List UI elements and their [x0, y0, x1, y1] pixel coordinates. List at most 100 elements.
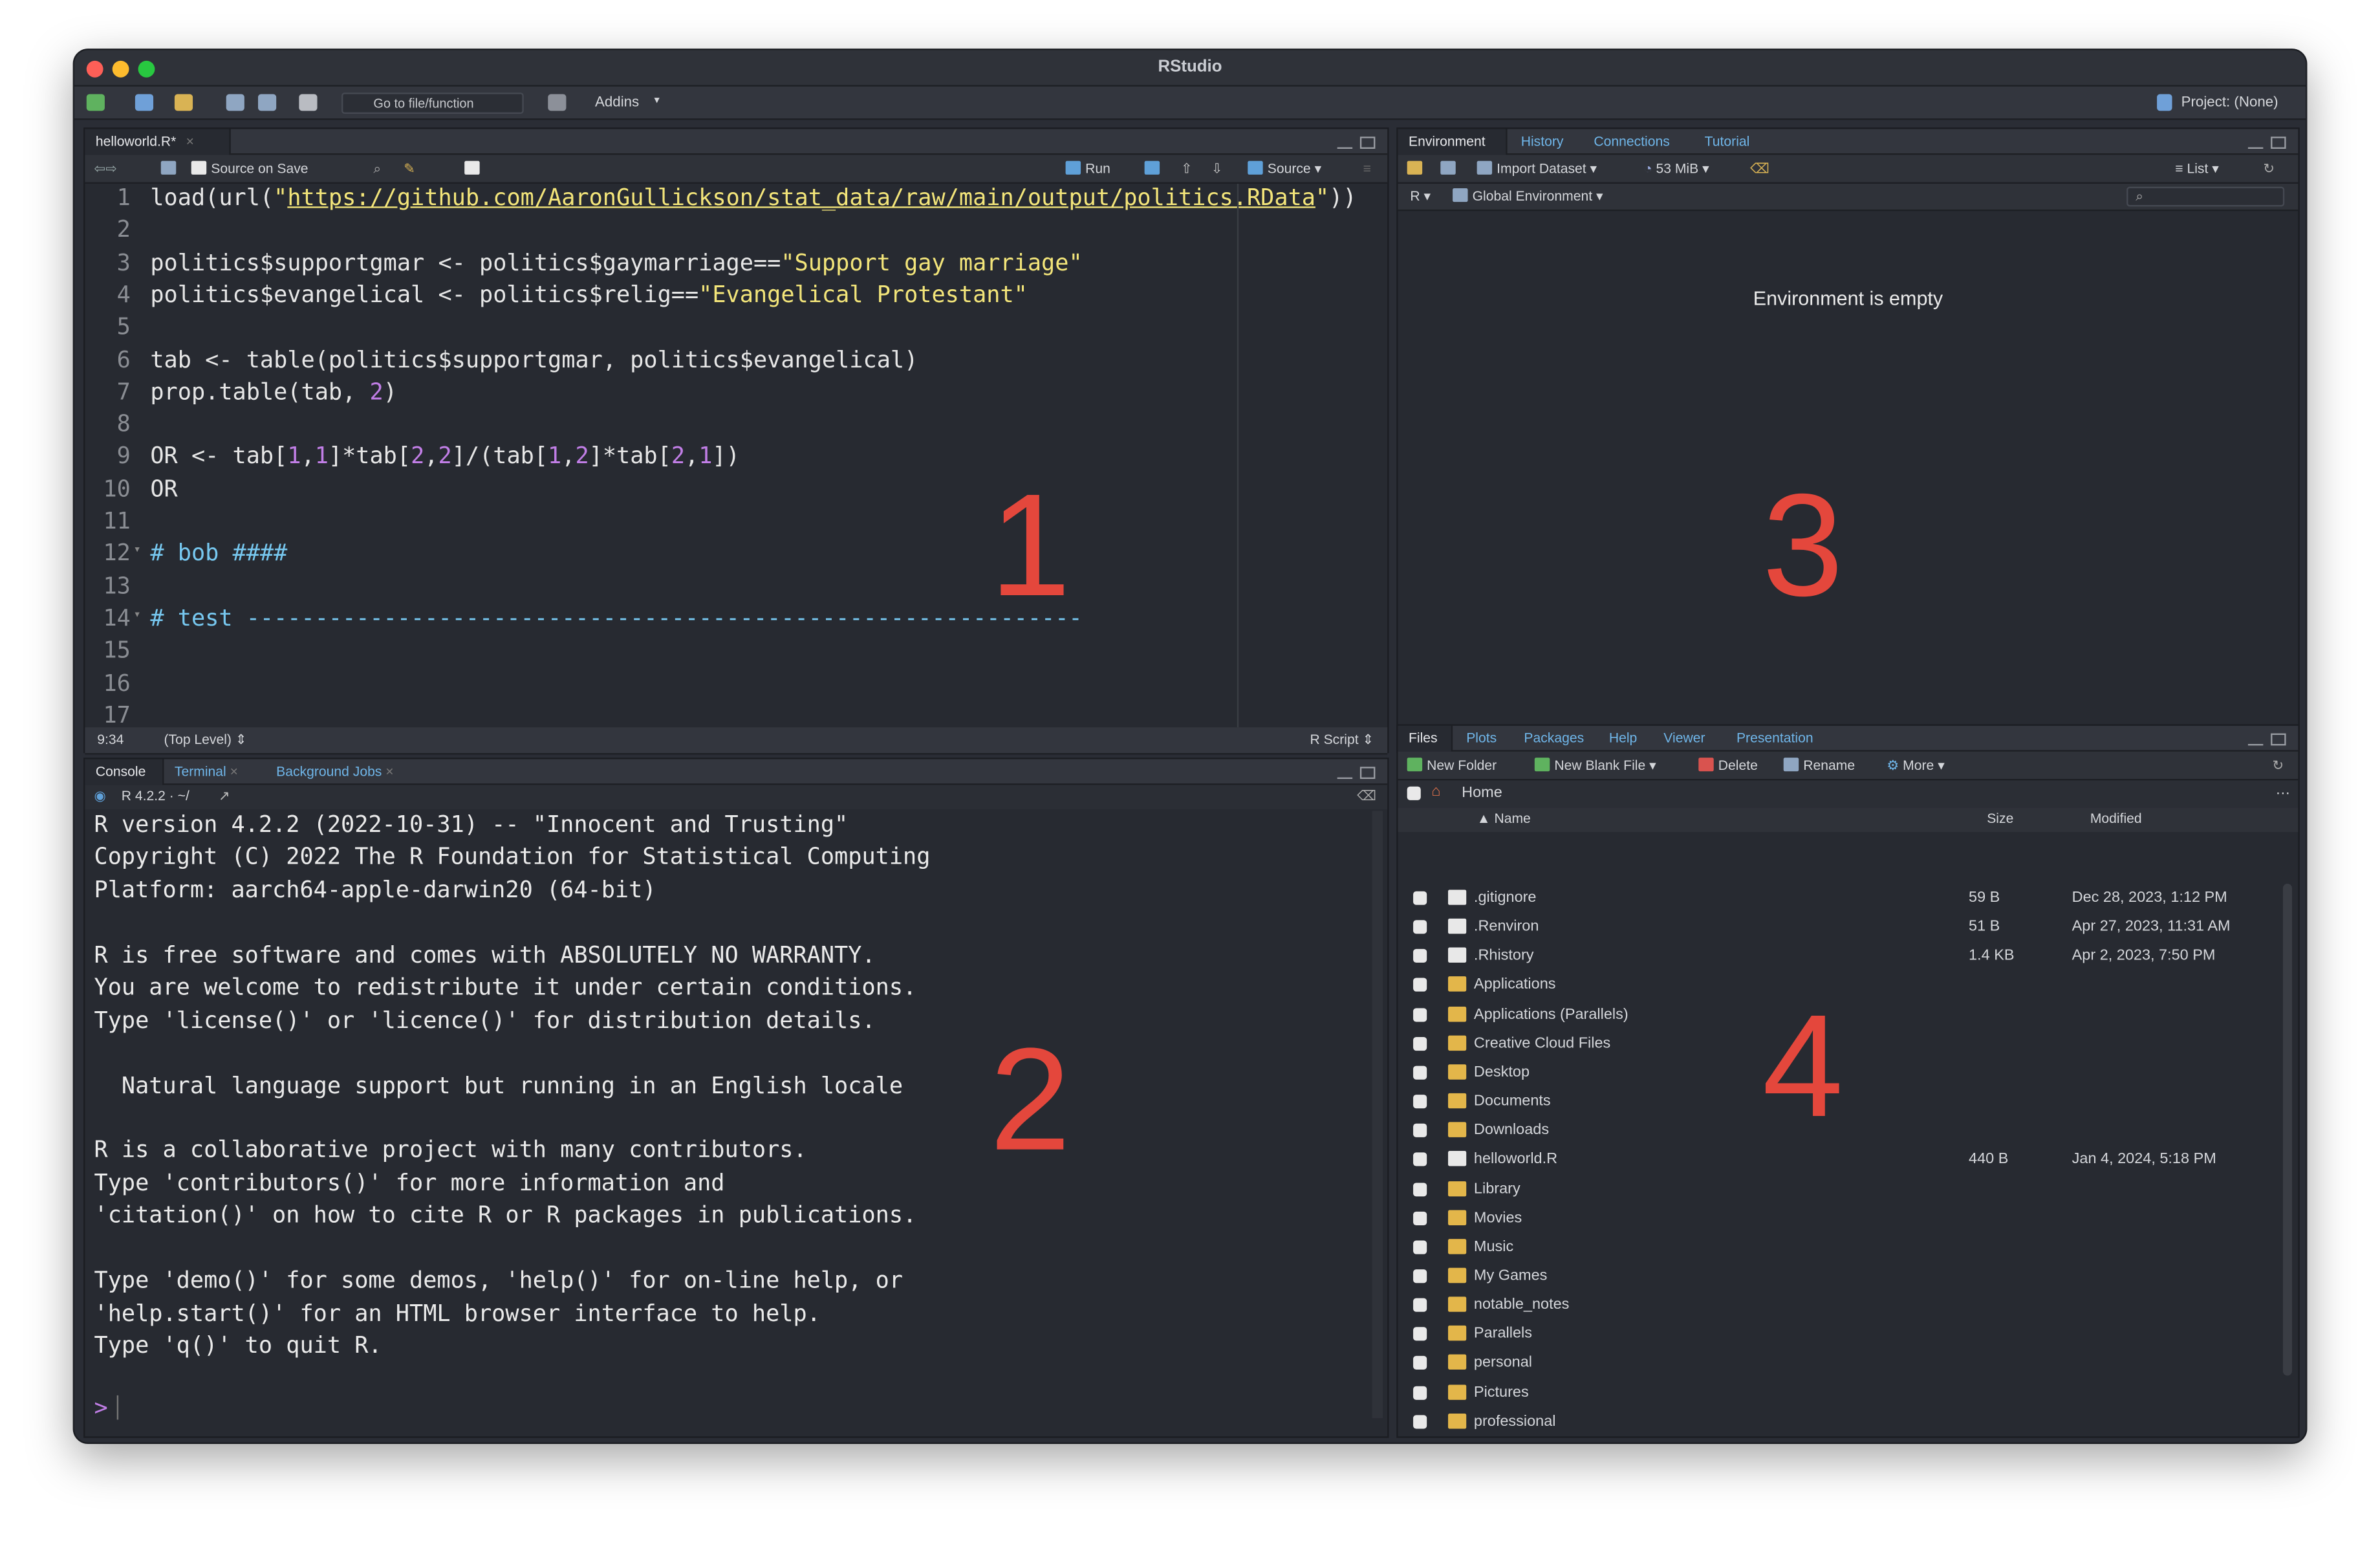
save-icon[interactable]: [160, 160, 177, 175]
file-name[interactable]: notable_notes: [1474, 1297, 1569, 1314]
arrow-up-icon[interactable]: ⇧: [1181, 161, 1193, 178]
goto-file-input[interactable]: Go to file/function: [341, 93, 524, 115]
file-name[interactable]: professional: [1474, 1413, 1556, 1430]
home-link[interactable]: Home: [1462, 785, 1502, 802]
grid-layout-icon[interactable]: [548, 94, 567, 111]
code-line[interactable]: politics$supportgmar <- politics$gaymarr…: [150, 248, 1082, 276]
modified-column-header[interactable]: Modified: [2090, 811, 2142, 825]
open-workspace-icon[interactable]: [1407, 160, 1423, 175]
code-line[interactable]: # bob ####: [150, 540, 287, 567]
close-icon[interactable]: ×: [230, 764, 238, 779]
file-name[interactable]: helloworld.R: [1474, 1152, 1557, 1168]
tab-terminal[interactable]: Terminal ×: [164, 760, 265, 785]
size-column-header[interactable]: Size: [1987, 811, 2013, 825]
code-line[interactable]: OR: [150, 475, 177, 502]
import-dataset-button[interactable]: Import Dataset ▾: [1477, 160, 1597, 178]
row-checkbox[interactable]: [1413, 1007, 1427, 1022]
file-row[interactable]: professional: [1398, 1407, 2280, 1436]
minimize-pane-icon[interactable]: [2247, 734, 2264, 746]
row-checkbox[interactable]: [1413, 1298, 1427, 1313]
addins-menu[interactable]: Addins: [595, 94, 639, 111]
file-row[interactable]: My Games: [1398, 1262, 2280, 1291]
select-all-checkbox[interactable]: [1407, 786, 1421, 800]
tab-viewer[interactable]: Viewer: [1653, 726, 1716, 752]
tab-background-jobs[interactable]: Background Jobs ×: [266, 760, 433, 785]
outline-icon[interactable]: ≡: [1363, 161, 1371, 176]
run-button[interactable]: Run: [1065, 160, 1110, 176]
fold-icon[interactable]: ▾: [134, 543, 141, 556]
maximize-pane-icon[interactable]: [2271, 137, 2286, 149]
close-icon[interactable]: ×: [186, 134, 194, 149]
open-file-icon[interactable]: [174, 94, 193, 111]
rerun-icon[interactable]: [1144, 160, 1160, 175]
new-blank-file-button[interactable]: New Blank File ▾: [1534, 758, 1656, 774]
file-name[interactable]: Applications: [1474, 977, 1556, 994]
row-checkbox[interactable]: [1413, 1036, 1427, 1051]
tab-help[interactable]: Help: [1598, 726, 1647, 752]
tab-plots[interactable]: Plots: [1456, 726, 1508, 752]
file-name[interactable]: Documents: [1474, 1093, 1551, 1110]
file-row[interactable]: notable_notes: [1398, 1291, 2280, 1320]
row-checkbox[interactable]: [1413, 920, 1427, 934]
row-checkbox[interactable]: [1413, 1153, 1427, 1167]
file-name[interactable]: Movies: [1474, 1210, 1522, 1227]
minimize-pane-icon[interactable]: [1337, 767, 1353, 780]
tab-connections[interactable]: Connections: [1583, 129, 1680, 155]
refresh-icon[interactable]: ↻: [2263, 161, 2275, 178]
file-row[interactable]: .Renviron 51 B Apr 27, 2023, 11:31 AM: [1398, 913, 2280, 942]
new-file-icon[interactable]: [86, 94, 105, 111]
minimize-pane-icon[interactable]: [1337, 137, 1353, 149]
file-name[interactable]: Music: [1474, 1239, 1513, 1256]
row-checkbox[interactable]: [1413, 978, 1427, 992]
rename-button[interactable]: Rename: [1783, 758, 1855, 773]
refresh-icon[interactable]: ↻: [2272, 758, 2284, 774]
new-folder-button[interactable]: New Folder: [1407, 758, 1497, 773]
tab-files[interactable]: Files: [1398, 725, 1453, 752]
back-forward-icon[interactable]: ⇦⇨: [94, 161, 117, 178]
file-row[interactable]: Pictures: [1398, 1378, 2280, 1407]
memory-usage-button[interactable]: ◔ 53 MiB ▾: [1644, 161, 1709, 178]
goto-dir-icon[interactable]: ↗: [219, 788, 230, 805]
row-checkbox[interactable]: [1413, 1124, 1427, 1138]
file-row[interactable]: personal: [1398, 1349, 2280, 1378]
row-checkbox[interactable]: [1413, 891, 1427, 905]
row-checkbox[interactable]: [1413, 1066, 1427, 1080]
file-row[interactable]: projects: [1398, 1436, 2280, 1438]
delete-button[interactable]: Delete: [1698, 758, 1758, 773]
row-checkbox[interactable]: [1413, 1211, 1427, 1225]
magic-wand-icon[interactable]: ✎: [404, 161, 415, 178]
file-row[interactable]: Movies: [1398, 1203, 2280, 1232]
compile-report-icon[interactable]: [464, 160, 480, 175]
save-workspace-icon[interactable]: [1440, 160, 1456, 175]
tab-history[interactable]: History: [1510, 129, 1574, 155]
tab-packages[interactable]: Packages: [1513, 726, 1595, 752]
tab-presentation[interactable]: Presentation: [1726, 726, 1824, 752]
scope-selector[interactable]: (Top Level) ⇕: [164, 732, 246, 749]
file-row[interactable]: Music: [1398, 1232, 2280, 1262]
file-name[interactable]: Parallels: [1474, 1326, 1532, 1343]
file-name[interactable]: .gitignore: [1474, 890, 1537, 906]
save-icon[interactable]: [226, 94, 244, 111]
file-name[interactable]: Downloads: [1474, 1122, 1549, 1139]
files-scrollbar[interactable]: [2282, 883, 2292, 1376]
console-scrollbar[interactable]: [1372, 811, 1383, 1419]
maximize-pane-icon[interactable]: [1359, 137, 1376, 149]
row-checkbox[interactable]: [1413, 949, 1427, 963]
tab-console[interactable]: Console: [85, 759, 164, 785]
code-line[interactable]: prop.table(tab, 2): [150, 378, 397, 405]
language-selector[interactable]: R ▾: [1410, 188, 1431, 205]
name-column-header[interactable]: ▲ Name: [1477, 811, 1531, 825]
file-row[interactable]: Parallels: [1398, 1320, 2280, 1349]
file-row[interactable]: .Rhistory 1.4 KB Apr 2, 2023, 7:50 PM: [1398, 942, 2280, 971]
search-icon[interactable]: ⌕: [373, 161, 381, 178]
file-name[interactable]: Desktop: [1474, 1064, 1530, 1081]
file-row[interactable]: Library: [1398, 1174, 2280, 1203]
file-name[interactable]: personal: [1474, 1355, 1532, 1372]
tab-environment[interactable]: Environment: [1398, 129, 1508, 155]
file-name[interactable]: Creative Cloud Files: [1474, 1035, 1610, 1052]
row-checkbox[interactable]: [1413, 1385, 1427, 1399]
print-icon[interactable]: [299, 94, 318, 111]
row-checkbox[interactable]: [1413, 1356, 1427, 1370]
code-area[interactable]: 1 load(url("https://github.com/AaronGulli…: [85, 184, 1390, 727]
row-checkbox[interactable]: [1413, 1269, 1427, 1284]
